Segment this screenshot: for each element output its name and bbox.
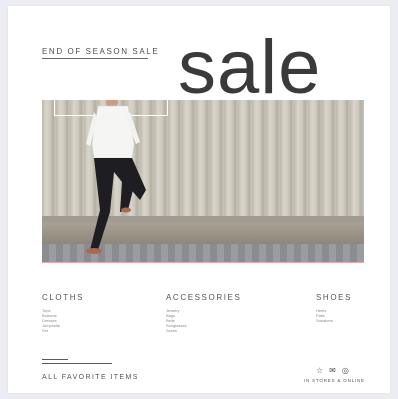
- category-title: ACCESSORIES: [166, 293, 242, 302]
- category-accessories: ACCESSORIES Jewelry Bags Belts Sunglasse…: [166, 293, 241, 333]
- footer-label: ALL FAVORITE ITEMS: [42, 374, 139, 381]
- category-item: Socks: [166, 328, 177, 333]
- category-shoes: SHOES Heels Flats Sneakers: [316, 293, 352, 323]
- category-item: Set: [42, 328, 49, 333]
- footer-decorative-lines: [42, 359, 112, 367]
- tagline-underline: [42, 58, 148, 59]
- category-cloths: CLOTHS Tops Bottoms Dresses Jumpsuits Se…: [42, 293, 84, 333]
- category-title: SHOES: [316, 293, 353, 302]
- mail-icon: ✉: [329, 366, 336, 375]
- category-item: Sneakers: [316, 318, 333, 323]
- hero-photo: [42, 100, 364, 262]
- headline: sale: [178, 25, 322, 110]
- category-title: CLOTHS: [42, 293, 85, 302]
- star-icon: ☆: [316, 366, 324, 375]
- accent-line: [42, 262, 364, 263]
- globe-icon: ◎: [341, 366, 349, 375]
- man-figure: [86, 100, 146, 254]
- tagline: END OF SEASON SALE: [42, 47, 160, 56]
- footer-icons: ☆ ✉ ◎: [316, 366, 349, 375]
- store-label: IN STORES & ONLINE: [304, 378, 365, 383]
